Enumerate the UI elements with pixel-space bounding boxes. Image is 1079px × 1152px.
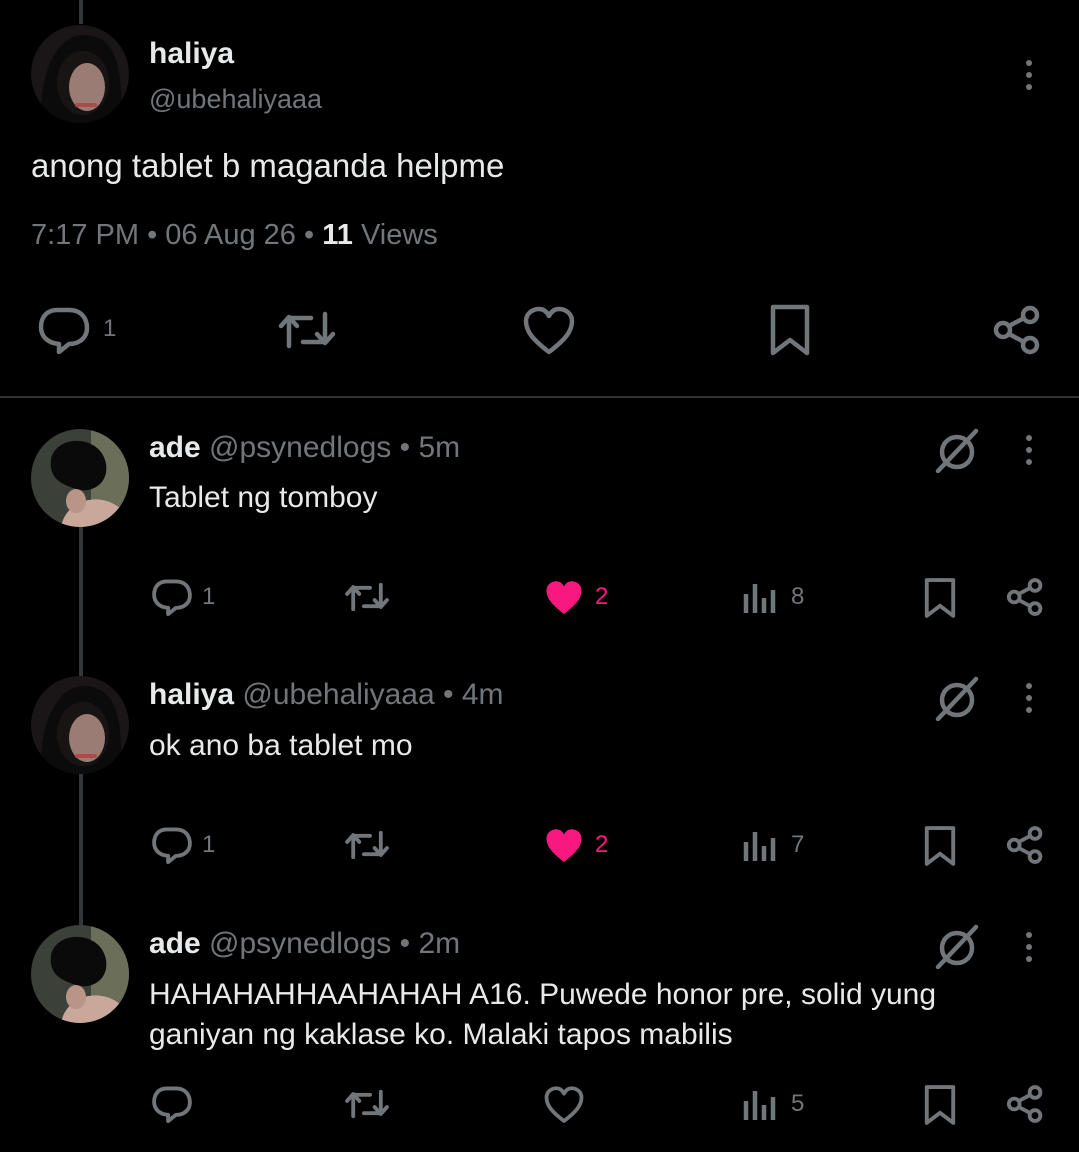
reply-icon[interactable] (150, 577, 194, 617)
reply-text: ok ano ba tablet mo (149, 729, 413, 762)
handle[interactable]: @ubehaliyaaa (149, 82, 322, 116)
share-icon[interactable] (1004, 824, 1046, 866)
avatar[interactable] (31, 676, 129, 774)
share-icon[interactable] (1004, 576, 1046, 618)
reply-header: haliya @ubehaliyaaa • 4m (149, 677, 504, 713)
display-name[interactable]: ade (149, 927, 201, 960)
avatar[interactable] (31, 925, 129, 1023)
views-icon[interactable] (741, 827, 777, 863)
post-date: 06 Aug 26 (165, 219, 296, 251)
grok-icon[interactable] (933, 426, 981, 474)
repost-icon[interactable] (276, 305, 338, 355)
like-count: 2 (595, 583, 609, 610)
reply-header: ade @psynedlogs • 2m (149, 926, 460, 962)
repost-icon[interactable] (343, 825, 391, 865)
more-options-icon[interactable] (1024, 60, 1034, 90)
views-icon[interactable] (741, 579, 777, 615)
reply-icon[interactable] (36, 305, 92, 355)
meta-separator: • (399, 927, 411, 960)
meta-separator: • (147, 219, 158, 251)
share-icon[interactable] (990, 303, 1044, 357)
handle[interactable]: @psynedlogs (209, 431, 391, 464)
share-icon[interactable] (1004, 1083, 1046, 1125)
more-options-icon[interactable] (1024, 435, 1034, 465)
avatar[interactable] (31, 429, 129, 527)
repost-icon[interactable] (343, 577, 391, 617)
reply-age: 4m (461, 678, 504, 711)
reply-text: Tablet ng tomboy (149, 481, 378, 514)
view-count: 7 (791, 831, 805, 858)
bookmark-icon[interactable] (766, 303, 814, 357)
avatar[interactable] (31, 25, 129, 123)
views-icon[interactable] (741, 1086, 777, 1122)
reply-icon[interactable] (150, 825, 194, 865)
display-name[interactable]: haliya (149, 36, 234, 72)
meta-separator: • (399, 431, 411, 464)
views-count[interactable]: 11 (322, 219, 353, 251)
views-label[interactable]: Views (361, 219, 438, 251)
reply-count: 1 (202, 831, 216, 858)
reply-age: 5m (418, 431, 461, 464)
post-meta: 7:17 PM • 06 Aug 26 • 11 Views (31, 217, 438, 253)
divider (0, 396, 1079, 398)
bookmark-icon[interactable] (921, 1083, 959, 1127)
handle[interactable]: @psynedlogs (209, 927, 391, 960)
like-icon[interactable] (542, 578, 586, 618)
more-options-icon[interactable] (1024, 683, 1034, 713)
reply-text-line: HAHAHAHHAAHAHAH A16. Puwede honor pre, s… (149, 978, 937, 1011)
bookmark-icon[interactable] (921, 824, 959, 868)
display-name[interactable]: ade (149, 431, 201, 464)
view-count: 8 (791, 583, 805, 610)
like-icon[interactable] (542, 826, 586, 866)
like-count: 2 (595, 831, 609, 858)
display-name[interactable]: haliya (149, 678, 234, 711)
reply-age: 2m (418, 927, 461, 960)
reply-icon[interactable] (150, 1084, 194, 1124)
like-icon[interactable] (542, 1085, 586, 1125)
repost-icon[interactable] (343, 1084, 391, 1124)
reply-text-line: ganiyan ng kaklase ko. Malaki tapos mabi… (149, 1018, 733, 1051)
reply-text: HAHAHAHHAAHAHAH A16. Puwede honor pre, s… (149, 975, 1049, 1055)
like-icon[interactable] (521, 305, 577, 357)
bookmark-icon[interactable] (921, 576, 959, 620)
view-count: 5 (791, 1090, 805, 1117)
thread-line-top (79, 0, 83, 24)
meta-separator: • (443, 678, 454, 711)
reply-header: ade @psynedlogs • 5m (149, 430, 460, 466)
grok-icon[interactable] (933, 922, 981, 970)
more-options-icon[interactable] (1024, 932, 1034, 962)
post-time: 7:17 PM (31, 219, 139, 251)
post-text: anong tablet b maganda helpme (31, 147, 505, 184)
reply-count: 1 (202, 583, 216, 610)
grok-icon[interactable] (933, 674, 981, 722)
reply-count: 1 (103, 315, 117, 342)
handle[interactable]: @ubehaliyaaa (242, 678, 434, 711)
meta-separator: • (303, 219, 315, 251)
